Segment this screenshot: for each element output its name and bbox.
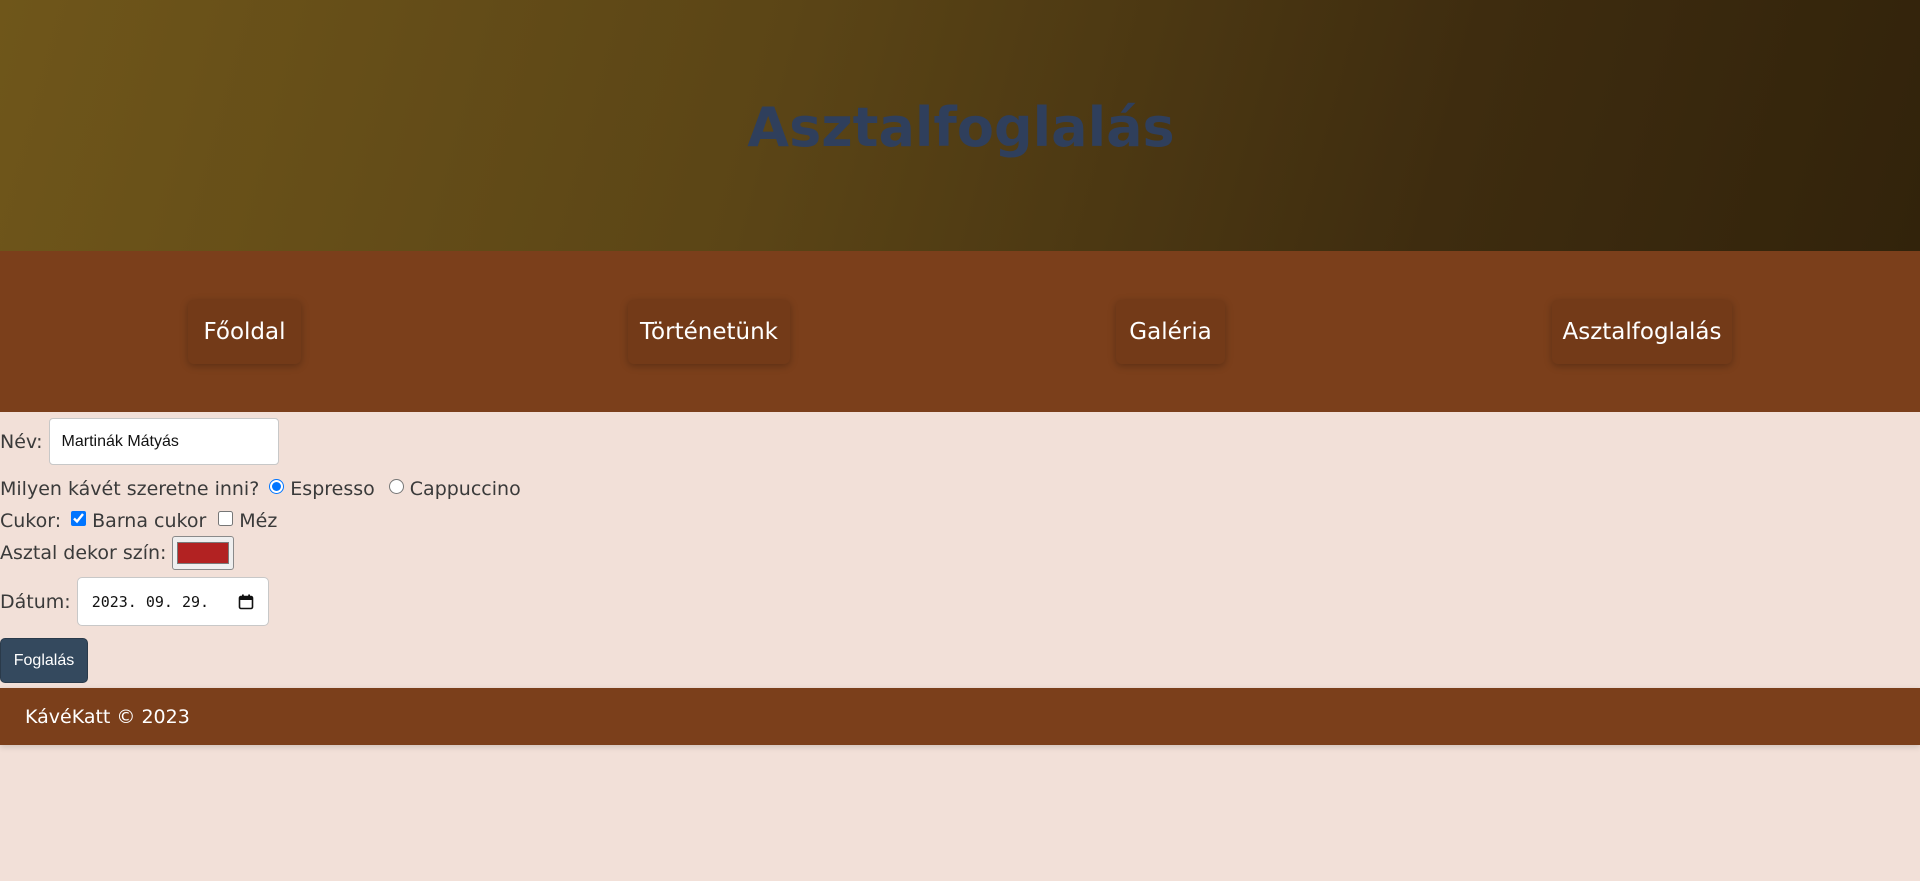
name-input[interactable] — [48, 418, 279, 465]
nav-item-tortenetunk[interactable]: Történetünk — [628, 300, 790, 364]
page-footer: KávéKatt © 2023 — [0, 688, 1920, 745]
barna-cukor-checkbox[interactable] — [71, 510, 87, 526]
page-title: Asztalfoglalás — [747, 96, 1175, 159]
color-row: Asztal dekor szín: — [0, 536, 235, 570]
name-label: Név: — [0, 430, 43, 453]
espresso-radio[interactable] — [269, 478, 285, 494]
espresso-label: Espresso — [290, 478, 375, 500]
color-label: Asztal dekor szín: — [0, 542, 167, 564]
date-row: Dátum: 2023. 09. 29. — [0, 577, 269, 626]
date-input[interactable]: 2023. 09. 29. — [76, 577, 269, 626]
nav-item-asztalfoglalas[interactable]: Asztalfoglalás — [1552, 300, 1732, 364]
mez-label: Méz — [239, 510, 278, 532]
nav-item-galeria[interactable]: Galéria — [1116, 300, 1225, 364]
nav-item-label: Galéria — [1129, 319, 1212, 345]
cappuccino-radio[interactable] — [388, 478, 404, 494]
date-value: 2023. 09. 29. — [91, 592, 210, 611]
barna-cukor-label: Barna cukor — [92, 510, 207, 532]
name-row: Név: — [0, 418, 279, 465]
color-swatch-fill — [177, 542, 230, 564]
mez-checkbox[interactable] — [218, 510, 234, 526]
coffee-label: Milyen kávét szeretne inni? — [0, 478, 260, 500]
nav-item-fooldal[interactable]: Főoldal — [188, 300, 301, 364]
nav-item-label: Asztalfoglalás — [1562, 319, 1722, 345]
calendar-icon[interactable] — [238, 594, 254, 610]
sugar-row: Cukor: Barna cukor Méz — [0, 510, 277, 532]
main-nav: Főoldal Történetünk Galéria Asztalfoglal… — [0, 251, 1920, 412]
date-label: Dátum: — [0, 590, 71, 613]
coffee-row: Milyen kávét szeretne inni? Espresso Cap… — [0, 478, 521, 500]
sugar-label: Cukor: — [0, 510, 62, 532]
foglalas-button[interactable]: Foglalás — [0, 638, 88, 683]
page-header: Asztalfoglalás — [0, 0, 1920, 251]
color-picker[interactable] — [172, 536, 235, 570]
nav-item-label: Főoldal — [203, 319, 286, 345]
cappuccino-label: Cappuccino — [409, 478, 521, 500]
nav-item-label: Történetünk — [640, 319, 778, 345]
foglalas-button-label: Foglalás — [13, 651, 75, 669]
reservation-form: Név: Milyen kávét szeretne inni? Espress… — [0, 412, 1920, 688]
footer-text: KávéKatt © 2023 — [25, 705, 190, 728]
